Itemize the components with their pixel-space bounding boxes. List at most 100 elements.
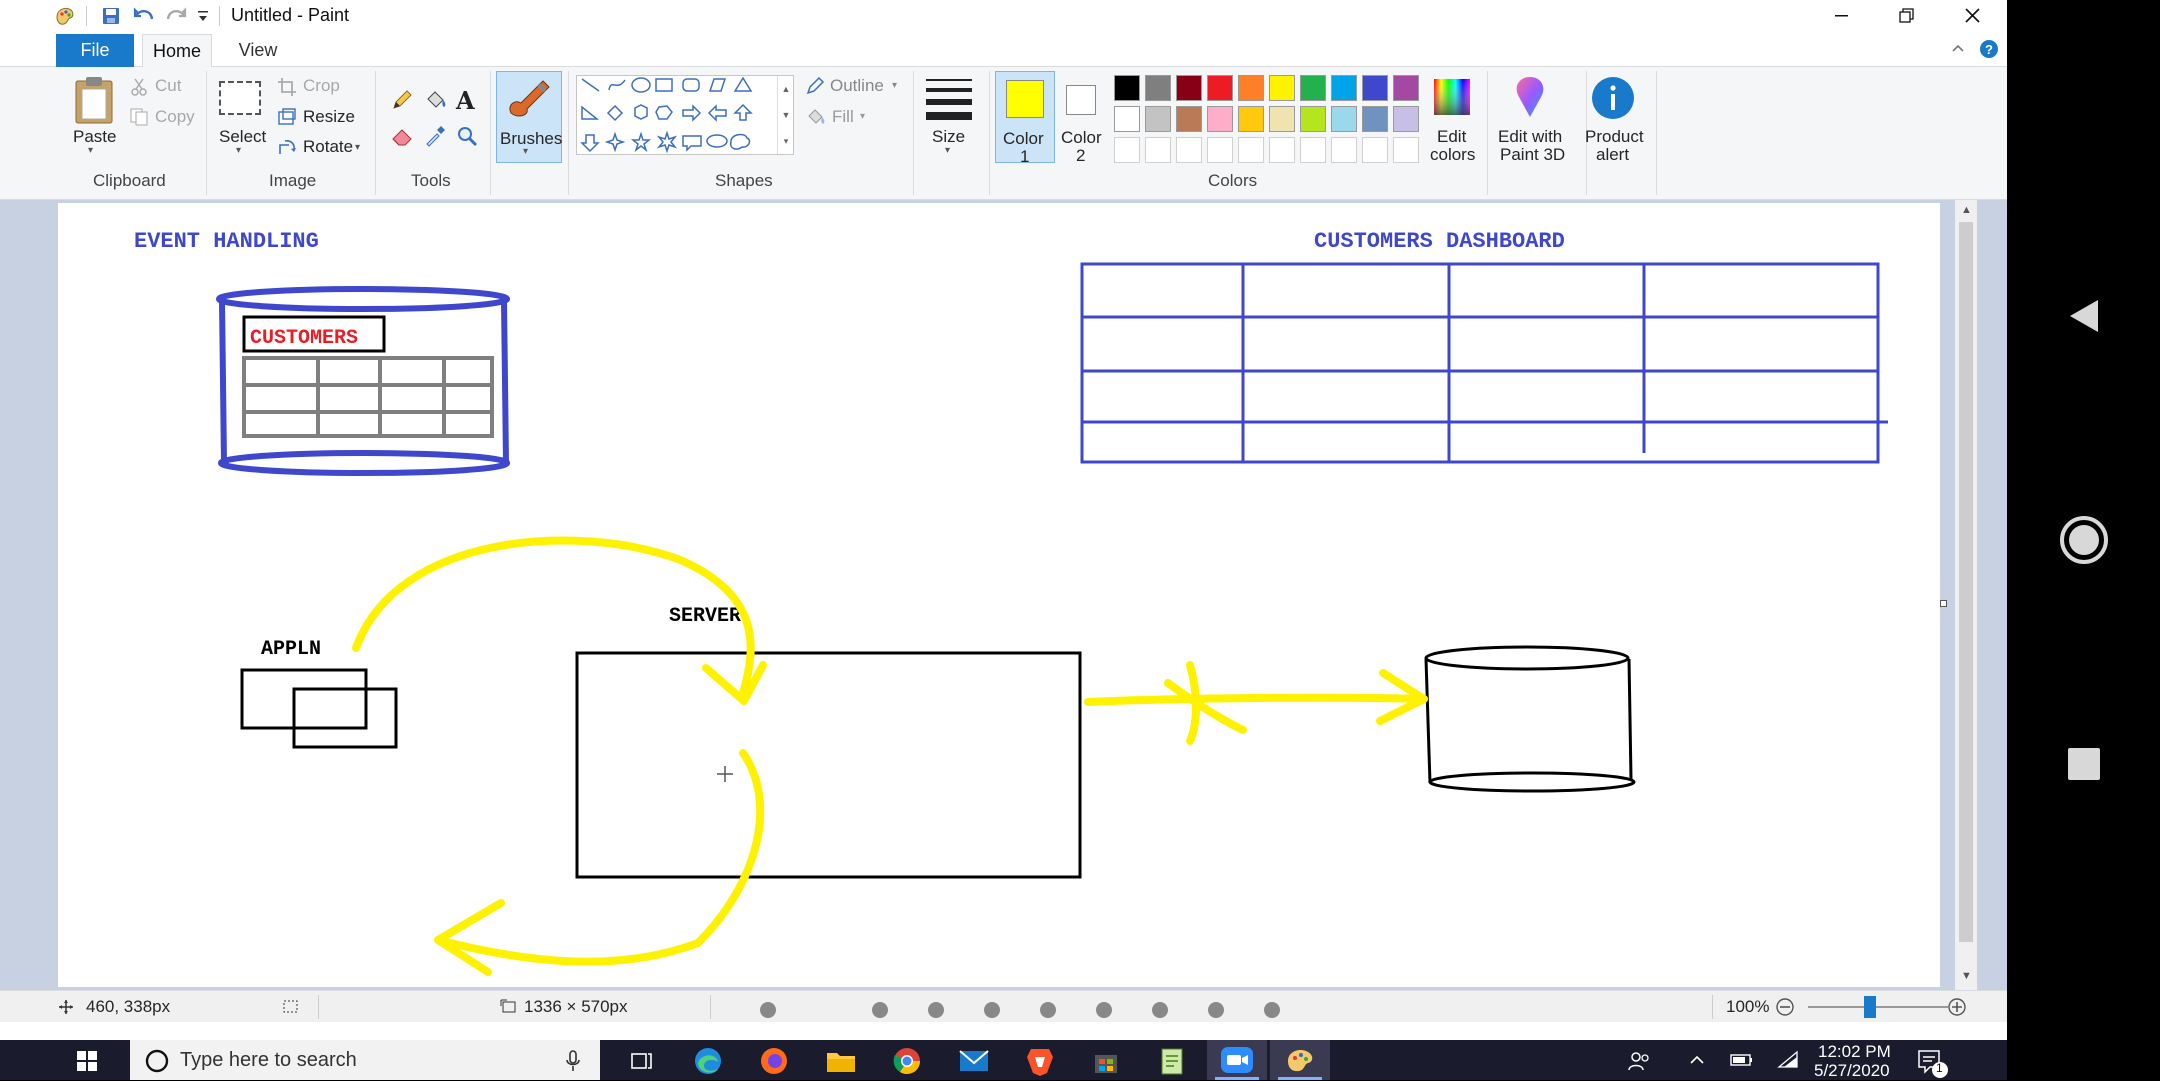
pencil-icon[interactable]	[391, 89, 413, 111]
redo-icon[interactable]	[165, 6, 187, 26]
palette-swatch[interactable]	[1114, 106, 1140, 132]
cut-label[interactable]: Cut	[155, 76, 181, 96]
palette-swatch-empty[interactable]	[1176, 137, 1202, 163]
palette-swatch-empty[interactable]	[1331, 137, 1357, 163]
palette-swatch[interactable]	[1393, 75, 1419, 101]
paint3d-icon[interactable]	[1511, 75, 1549, 119]
edit-colors-label-2[interactable]: colors	[1430, 145, 1475, 165]
palette-swatch-empty[interactable]	[1393, 137, 1419, 163]
palette-swatch[interactable]	[1269, 75, 1295, 101]
resize-label[interactable]: Resize	[303, 107, 355, 127]
close-icon[interactable]	[1955, 4, 1989, 28]
undo-icon[interactable]	[133, 6, 155, 26]
palette-swatch[interactable]	[1362, 75, 1388, 101]
palette-swatch-empty[interactable]	[1238, 137, 1264, 163]
show-hidden-icons-icon[interactable]	[1688, 1052, 1706, 1068]
vertical-scroll-thumb[interactable]	[1959, 222, 1973, 942]
edit-colors-label-1[interactable]: Edit	[1437, 127, 1466, 147]
paint-app-icon[interactable]	[54, 5, 76, 27]
cut-icon[interactable]	[129, 77, 149, 97]
palette-swatch-empty[interactable]	[1269, 137, 1295, 163]
eraser-icon[interactable]	[391, 125, 413, 147]
task-view-icon[interactable]	[628, 1049, 654, 1073]
zoom-slider-thumb[interactable]	[1864, 996, 1876, 1018]
zoom-in-icon[interactable]	[1947, 997, 1967, 1017]
paste-icon[interactable]	[73, 75, 115, 125]
paint-app-active[interactable]	[1270, 1040, 1330, 1080]
palette-swatch-empty[interactable]	[1300, 137, 1326, 163]
drawing-canvas[interactable]: EVENT HANDLING CUSTOMERS DASHBOARD CUSTO…	[58, 203, 1940, 987]
copy-label[interactable]: Copy	[155, 107, 195, 127]
product-alert-label-1[interactable]: Product	[1585, 127, 1644, 147]
color2-button[interactable]: Color 2	[1056, 71, 1108, 165]
battery-icon[interactable]	[1729, 1051, 1755, 1069]
zoom-out-icon[interactable]	[1775, 997, 1795, 1017]
outline-label[interactable]: Outline	[830, 76, 884, 96]
resize-icon[interactable]	[277, 107, 297, 127]
canvas-resize-handle[interactable]	[1940, 600, 1947, 607]
palette-swatch[interactable]	[1207, 75, 1233, 101]
nav-recents-icon[interactable]	[2066, 746, 2102, 782]
text-tool-icon[interactable]: A	[456, 86, 475, 115]
palette-swatch[interactable]	[1238, 75, 1264, 101]
taskbar-search-box[interactable]: Type here to search	[130, 1040, 600, 1080]
edit-colors-icon[interactable]	[1432, 77, 1472, 117]
palette-swatch[interactable]	[1393, 106, 1419, 132]
firefox-icon[interactable]	[759, 1046, 789, 1076]
palette-swatch[interactable]	[1331, 106, 1357, 132]
store-icon[interactable]	[1091, 1046, 1121, 1076]
fill-label[interactable]: Fill	[832, 107, 854, 127]
palette-swatch[interactable]	[1300, 106, 1326, 132]
minimize-icon[interactable]	[1824, 4, 1858, 28]
palette-swatch[interactable]	[1331, 75, 1357, 101]
nav-home-icon[interactable]	[2059, 515, 2109, 565]
save-icon[interactable]	[101, 6, 121, 26]
product-alert-label-2[interactable]: alert	[1596, 145, 1629, 165]
select-icon[interactable]	[219, 81, 261, 115]
size-icon[interactable]	[924, 77, 974, 121]
palette-swatch[interactable]	[1269, 106, 1295, 132]
wifi-icon[interactable]	[1776, 1050, 1800, 1070]
shapes-gallery[interactable]: ▲ ▼ ▾	[576, 75, 794, 155]
palette-swatch[interactable]	[1300, 75, 1326, 101]
crop-label[interactable]: Crop	[303, 76, 340, 96]
zoom-slider[interactable]	[1808, 1006, 1948, 1008]
magnifier-icon[interactable]	[456, 125, 478, 147]
palette-swatch[interactable]	[1238, 106, 1264, 132]
fill-bucket-icon[interactable]	[424, 89, 448, 111]
microphone-icon[interactable]	[564, 1049, 582, 1073]
copy-icon[interactable]	[129, 107, 149, 127]
palette-swatch[interactable]	[1176, 106, 1202, 132]
crop-icon[interactable]	[277, 77, 297, 97]
tab-view[interactable]: View	[225, 34, 291, 67]
windows-start-icon[interactable]	[76, 1050, 98, 1072]
palette-swatch[interactable]	[1176, 75, 1202, 101]
zoom-app-active[interactable]	[1207, 1040, 1267, 1080]
chrome-icon[interactable]	[892, 1046, 922, 1076]
palette-swatch-empty[interactable]	[1114, 137, 1140, 163]
restore-icon[interactable]	[1889, 4, 1923, 28]
paint3d-label-1[interactable]: Edit with	[1498, 127, 1562, 147]
product-alert-icon[interactable]	[1591, 76, 1635, 120]
notepad-icon[interactable]	[1158, 1046, 1188, 1076]
palette-swatch[interactable]	[1362, 106, 1388, 132]
fill-icon[interactable]	[805, 107, 827, 127]
tab-file[interactable]: File	[56, 34, 134, 67]
collapse-ribbon-icon[interactable]	[1949, 40, 1967, 58]
outline-icon[interactable]	[805, 76, 825, 96]
palette-swatch[interactable]	[1207, 106, 1233, 132]
people-icon[interactable]	[1627, 1050, 1651, 1072]
palette-swatch-empty[interactable]	[1362, 137, 1388, 163]
file-explorer-icon[interactable]	[825, 1048, 857, 1074]
color-picker-icon[interactable]	[424, 125, 446, 147]
mail-icon[interactable]	[958, 1049, 990, 1073]
paste-label[interactable]: Paste	[73, 127, 116, 147]
palette-swatch[interactable]	[1145, 75, 1171, 101]
size-label[interactable]: Size	[932, 127, 965, 147]
color1-button[interactable]: Color 1	[995, 71, 1055, 166]
brave-icon[interactable]	[1025, 1045, 1055, 1077]
select-label[interactable]: Select	[219, 127, 266, 147]
brushes-button[interactable]: Brushes ▾	[496, 71, 562, 163]
rotate-icon[interactable]	[277, 137, 297, 157]
palette-swatch-empty[interactable]	[1145, 137, 1171, 163]
